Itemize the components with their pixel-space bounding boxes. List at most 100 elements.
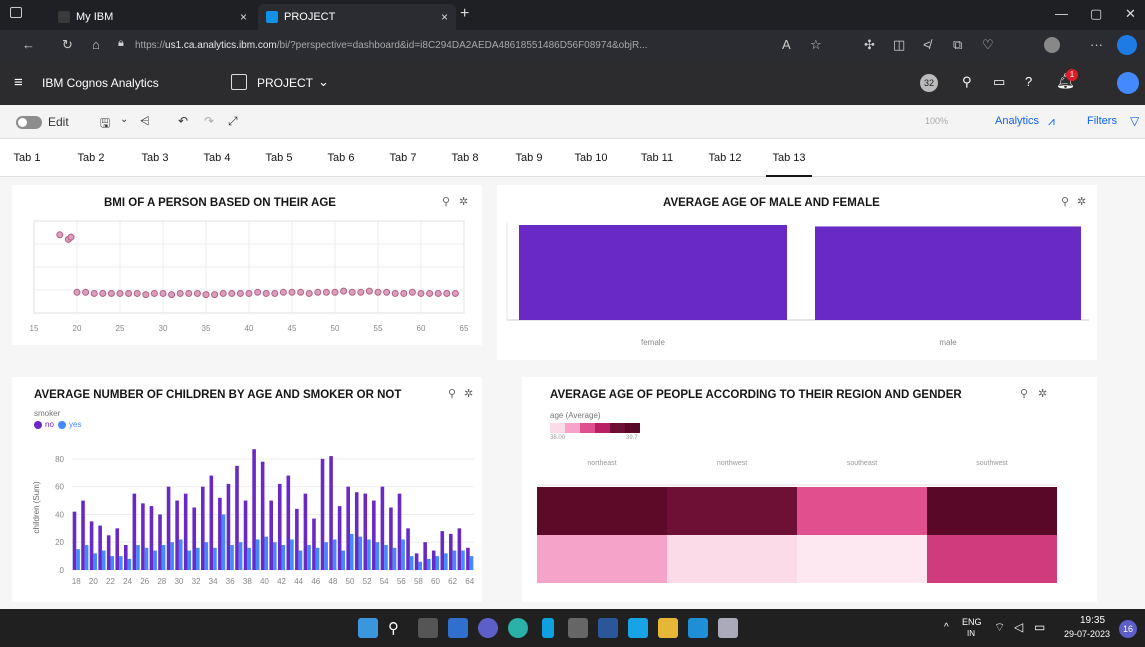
x-tick-label: 50 bbox=[331, 324, 340, 333]
profile-avatar-icon[interactable] bbox=[1044, 37, 1060, 53]
mail-icon[interactable] bbox=[688, 618, 708, 638]
analytics-chart-icon: ⩘ bbox=[1048, 114, 1055, 128]
bar-yes bbox=[196, 547, 200, 570]
help-icon[interactable]: ? bbox=[1025, 74, 1032, 89]
store-icon[interactable] bbox=[568, 618, 588, 638]
tab-tab-7[interactable]: Tab 7 bbox=[384, 139, 422, 177]
chat-icon[interactable]: ▭ bbox=[993, 74, 1005, 90]
zoom-level[interactable]: 100% bbox=[925, 116, 948, 126]
close-window-button[interactable]: ✕ bbox=[1125, 6, 1136, 22]
back-icon[interactable]: ← bbox=[22, 37, 35, 52]
tab-tab-11[interactable]: Tab 11 bbox=[634, 139, 680, 177]
search-icon[interactable]: ⚲ bbox=[388, 619, 399, 637]
expand-icon[interactable]: ⤢ bbox=[228, 114, 238, 129]
bar-no bbox=[106, 535, 111, 570]
tab-tab-4[interactable]: Tab 4 bbox=[198, 139, 236, 177]
clock-time[interactable]: 19:35 bbox=[1080, 615, 1105, 626]
search-icon[interactable]: ⚲ bbox=[962, 74, 972, 90]
collections-icon[interactable]: ⧉ bbox=[953, 37, 962, 53]
bmi-widget[interactable]: BMI OF A PERSON BASED ON THEIR AGE ⚲ ✲ 1… bbox=[12, 185, 482, 345]
read-aloud-icon[interactable]: A bbox=[782, 37, 791, 52]
browser-tab-myibm[interactable]: My IBM × bbox=[50, 4, 255, 30]
refresh-icon[interactable]: ↻ bbox=[62, 37, 73, 53]
avg-age-gender-widget[interactable]: AVERAGE AGE OF MALE AND FEMALE ⚲ ✲ femal… bbox=[497, 185, 1097, 360]
tab-tab-8[interactable]: Tab 8 bbox=[446, 139, 484, 177]
heat-cell bbox=[927, 487, 1057, 535]
favorites-bar-icon[interactable]: ≮ bbox=[923, 37, 931, 52]
bar-yes bbox=[187, 550, 192, 570]
undo-icon[interactable]: ↶ bbox=[178, 114, 188, 128]
save-icon[interactable]: 🖫︎ bbox=[100, 114, 110, 135]
tab-tab-12[interactable]: Tab 12 bbox=[702, 139, 748, 177]
pin-icon[interactable]: ⚲ bbox=[448, 387, 456, 400]
browser-essentials-icon[interactable]: ♡ bbox=[982, 37, 994, 53]
tab-actions-icon[interactable] bbox=[10, 7, 22, 18]
dropbox-icon[interactable] bbox=[598, 618, 618, 638]
settings-icon[interactable]: ✲ bbox=[464, 387, 473, 400]
edge-browser-icon[interactable] bbox=[508, 618, 528, 638]
language-indicator[interactable]: ENG bbox=[962, 617, 982, 627]
analytics-button[interactable]: Analytics bbox=[995, 115, 1039, 127]
bar-yes bbox=[127, 558, 132, 570]
volume-icon[interactable]: ◁ bbox=[1014, 620, 1023, 634]
settings-icon[interactable]: ✲ bbox=[1038, 387, 1047, 400]
notepad-icon[interactable] bbox=[718, 618, 738, 638]
start-icon[interactable] bbox=[358, 618, 378, 638]
settings-icon[interactable]: ✲ bbox=[459, 195, 468, 208]
chevron-down-icon[interactable]: ⌄ bbox=[120, 114, 128, 125]
chat-app-icon[interactable] bbox=[478, 618, 498, 638]
file-explorer-icon[interactable] bbox=[658, 618, 678, 638]
new-tab-button[interactable]: + bbox=[460, 5, 469, 23]
chevron-down-icon[interactable]: ⌄ bbox=[318, 74, 329, 90]
data-point bbox=[90, 289, 98, 297]
count-badge[interactable]: 32 bbox=[920, 74, 938, 92]
pin-icon[interactable]: ⚲ bbox=[1020, 387, 1028, 400]
extensions-icon[interactable]: ✣ bbox=[864, 37, 875, 53]
bar-yes bbox=[298, 550, 303, 570]
wifi-icon[interactable]: ⌔ bbox=[994, 620, 1005, 635]
more-options-icon[interactable]: ··· bbox=[1090, 37, 1103, 52]
task-view-icon[interactable] bbox=[418, 618, 438, 638]
data-point bbox=[348, 288, 356, 296]
close-tab-icon[interactable]: × bbox=[441, 10, 448, 24]
tab-tab-6[interactable]: Tab 6 bbox=[322, 139, 360, 177]
edit-toggle[interactable] bbox=[16, 116, 42, 129]
legend-min: 38.00 bbox=[550, 435, 566, 441]
tab-tab-1[interactable]: Tab 1 bbox=[8, 139, 46, 177]
share-icon[interactable]: ⩤ bbox=[140, 114, 150, 129]
minimize-button[interactable]: — bbox=[1055, 6, 1068, 21]
favorite-icon[interactable]: ☆ bbox=[810, 37, 822, 53]
show-hidden-icons[interactable]: ^ bbox=[944, 622, 949, 633]
heatmap-widget[interactable]: AVERAGE AGE OF PEOPLE ACCORDING TO THEIR… bbox=[522, 377, 1097, 602]
notification-center-badge[interactable]: 16 bbox=[1119, 620, 1137, 638]
pin-icon[interactable]: ⚲ bbox=[442, 195, 450, 208]
url-field[interactable]: https://us1.ca.analytics.ibm.com/bi/?per… bbox=[135, 34, 795, 56]
tab-tab-13[interactable]: Tab 13 bbox=[766, 139, 812, 177]
hamburger-menu-icon[interactable]: ≡ bbox=[14, 74, 23, 91]
tab-tab-3[interactable]: Tab 3 bbox=[136, 139, 174, 177]
tab-tab-9[interactable]: Tab 9 bbox=[510, 139, 548, 177]
filters-button[interactable]: Filters bbox=[1087, 115, 1117, 127]
children-widget[interactable]: AVERAGE NUMBER OF CHILDREN BY AGE AND SM… bbox=[12, 377, 482, 602]
vscode-icon[interactable] bbox=[542, 618, 554, 638]
report-name[interactable]: PROJECT bbox=[257, 76, 313, 90]
close-tab-icon[interactable]: × bbox=[240, 10, 247, 24]
home-icon[interactable]: ⌂ bbox=[92, 37, 100, 52]
copilot-icon[interactable] bbox=[1117, 35, 1137, 55]
settings-icon[interactable]: ✲ bbox=[1077, 195, 1086, 208]
tab-tab-5[interactable]: Tab 5 bbox=[260, 139, 298, 177]
maximize-button[interactable]: ▢ bbox=[1090, 6, 1102, 22]
user-avatar-icon[interactable] bbox=[1117, 72, 1139, 94]
tab-tab-2[interactable]: Tab 2 bbox=[72, 139, 110, 177]
battery-icon[interactable]: ▭ bbox=[1034, 620, 1045, 634]
legend-label-yes[interactable]: yes bbox=[69, 420, 81, 429]
legend-label-no[interactable]: no bbox=[45, 420, 54, 429]
redo-icon[interactable]: ↷ bbox=[204, 114, 214, 128]
tab-tab-10[interactable]: Tab 10 bbox=[568, 139, 614, 177]
pin-icon[interactable]: ⚲ bbox=[1061, 195, 1069, 208]
app-icon[interactable] bbox=[628, 618, 648, 638]
bar-no bbox=[124, 545, 128, 570]
widgets-icon[interactable] bbox=[448, 618, 468, 638]
browser-tab-project[interactable]: PROJECT × bbox=[258, 4, 456, 30]
split-screen-icon[interactable]: ◫ bbox=[893, 37, 905, 53]
